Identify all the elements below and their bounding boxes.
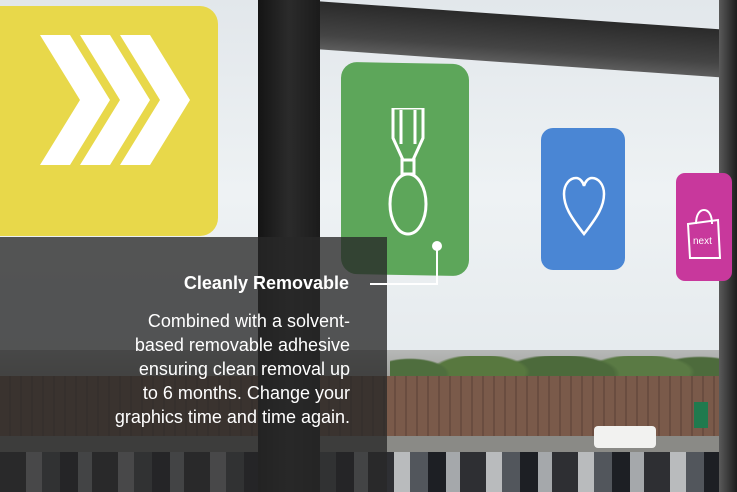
callout-body-line: Combined with a solvent- <box>147 311 350 331</box>
callout-body: Combined with a solvent- based removable… <box>20 309 350 429</box>
callout-body-line: to 6 months. Change your <box>142 383 350 403</box>
callout-body-line: based removable adhesive <box>134 335 350 355</box>
road-sign <box>694 402 708 428</box>
bag-brand-label: next <box>693 236 712 247</box>
window-scene: next Cleanly Removable Combined with a s… <box>0 0 737 492</box>
heart-icon <box>562 176 606 236</box>
white-van <box>594 426 656 448</box>
double-chevron-arrow-icon <box>40 35 190 165</box>
medal-icon <box>388 108 428 236</box>
shopping-bag-icon: next <box>686 208 722 259</box>
callout-body-line: ensuring clean removal up <box>138 359 350 379</box>
callout-title: Cleanly Removable <box>183 273 349 293</box>
callout-body-line: graphics time and time again. <box>114 407 350 427</box>
